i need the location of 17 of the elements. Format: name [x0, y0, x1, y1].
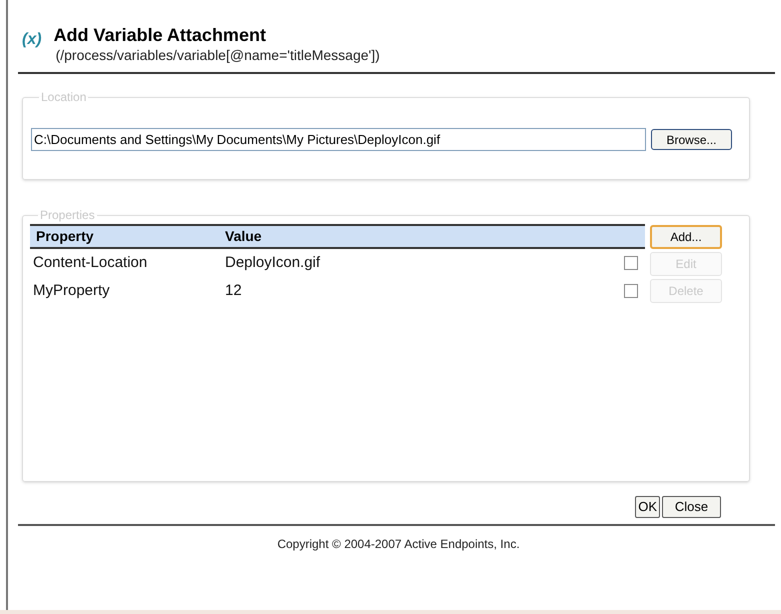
- variable-icon: (x): [22, 28, 42, 52]
- table-cell-text: 12: [225, 280, 243, 301]
- column-header: Property: [35, 227, 95, 246]
- column-header: Value: [225, 227, 262, 246]
- file-path-field[interactable]: C:\Documents and Settings\My Documents\My Pictures\DeployIcon.gif: [31, 128, 646, 151]
- table-cell-text: DeployIcon.gif: [225, 252, 322, 273]
- table-cell-text: MyProperty: [32, 280, 111, 301]
- row-checkbox[interactable]: [624, 256, 638, 270]
- browse-button[interactable]: Browse...: [651, 129, 732, 150]
- dialog-title: Add Variable Attachment: [54, 24, 267, 46]
- property-action-button[interactable]: Add...: [650, 225, 722, 249]
- table-cell-text: Content-Location: [32, 252, 148, 273]
- ok-button[interactable]: OK: [635, 496, 660, 518]
- close-button[interactable]: Close: [662, 496, 721, 518]
- dialog-subtitle: (/process/variables/variable[@name='titleMessage']): [56, 46, 380, 64]
- row-checkbox[interactable]: [624, 284, 638, 298]
- copyright-text: Copyright © 2004-2007 Active Endpoints, Inc.: [277, 536, 520, 553]
